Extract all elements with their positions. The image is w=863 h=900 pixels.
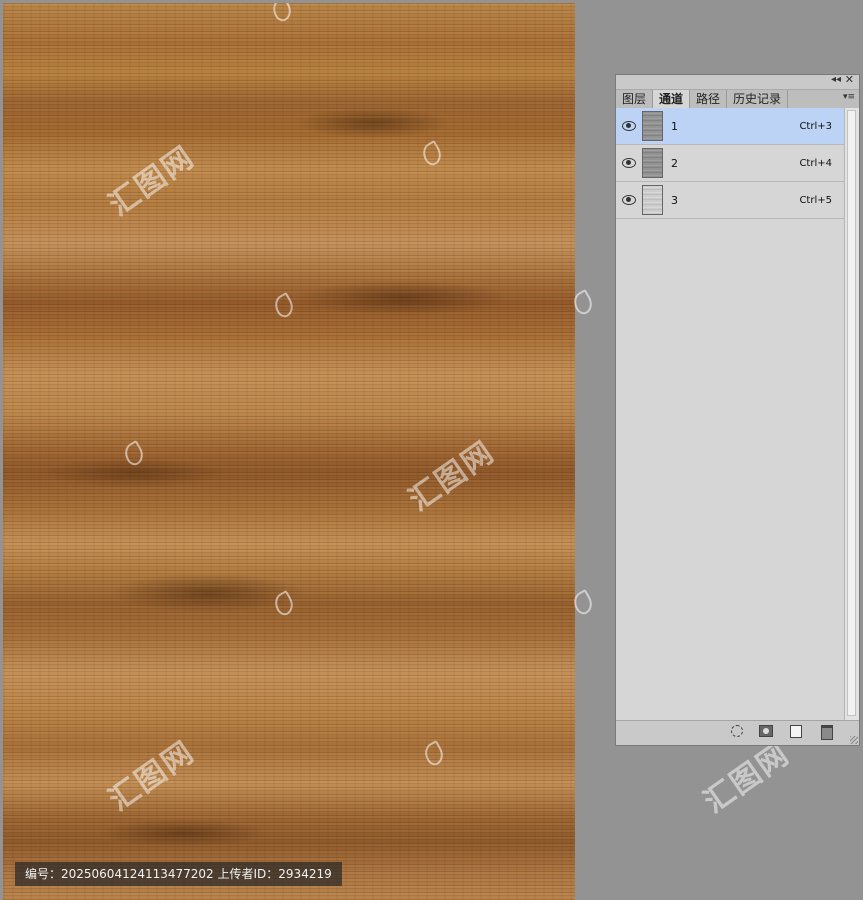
tab-channels[interactable]: 通道 [653,90,691,108]
watermark-logo: 汇图网 [102,139,202,224]
close-icon[interactable]: ✕ [845,73,854,86]
tab-history[interactable]: 历史记录 [727,90,789,108]
scroll-thumb[interactable] [847,110,856,716]
collapse-panel-icon[interactable]: ◂◂ [831,74,841,85]
channel-row[interactable]: 3 Ctrl+5 [616,182,846,219]
channel-name: 3 [671,194,678,207]
channel-thumbnail [642,111,663,141]
vertical-scrollbar[interactable] [844,108,859,720]
channel-shortcut: Ctrl+3 [799,121,832,132]
document-canvas[interactable]: 汇图网 汇图网 汇图网 [3,3,575,900]
watermark-flame-icon [268,3,296,25]
tab-paths[interactable]: 路径 [690,90,728,108]
channel-shortcut: Ctrl+4 [799,158,832,169]
eye-icon[interactable] [622,195,636,205]
eye-icon[interactable] [622,158,636,168]
delete-channel-icon[interactable] [821,725,833,740]
watermark-logo: 汇图网 [402,434,502,519]
panel-tabs: 图层 通道 路径 历史记录 ▾≡ [616,90,859,109]
watermark-flame-icon [120,439,148,469]
channel-row[interactable]: 2 Ctrl+4 [616,145,846,182]
watermark-flame-icon [420,739,448,769]
resize-grip-icon[interactable] [850,736,858,744]
channels-panel: ◂◂ ✕ 图层 通道 路径 历史记录 ▾≡ 1 Ctrl+3 2 Ctrl+4 … [615,73,860,746]
tab-layers[interactable]: 图层 [616,90,654,108]
eye-icon[interactable] [622,121,636,131]
channel-shortcut: Ctrl+5 [799,195,832,206]
load-selection-icon[interactable] [731,725,743,737]
channel-name: 1 [671,120,678,133]
upload-info-label: 编号：20250604124113477202 上传者ID：2934219 [15,862,342,886]
channel-thumbnail [642,185,663,215]
panel-menu-icon[interactable]: ▾≡ [843,92,855,102]
new-channel-icon[interactable] [790,725,802,738]
watermark-logo: 汇图网 [102,734,202,819]
channel-list: 1 Ctrl+3 2 Ctrl+4 3 Ctrl+5 [616,108,846,219]
watermark-flame-icon [270,589,298,619]
channel-row[interactable]: 1 Ctrl+3 [616,108,846,145]
save-selection-icon[interactable] [759,725,773,737]
panel-footer [616,720,859,745]
watermark-flame-icon [418,139,446,169]
channel-thumbnail [642,148,663,178]
panel-title-bar[interactable]: ◂◂ ✕ [616,73,859,90]
watermark-flame-icon [270,291,298,321]
channel-name: 2 [671,157,678,170]
